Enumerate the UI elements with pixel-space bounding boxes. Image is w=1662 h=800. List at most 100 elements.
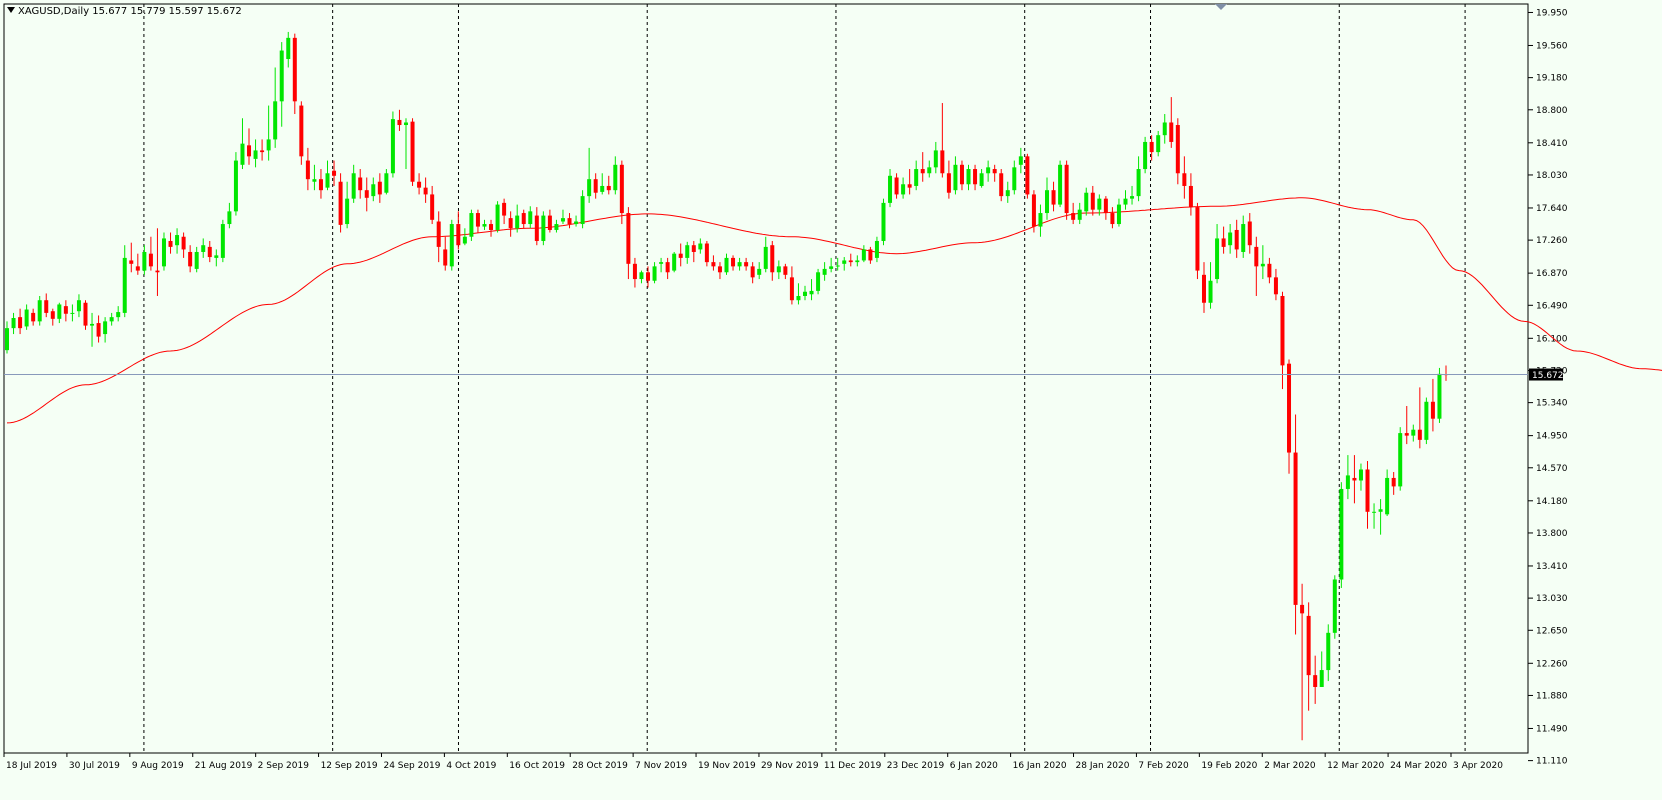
x-tick-label: 30 Jul 2019 <box>69 761 120 771</box>
bear-candle <box>619 164 624 214</box>
bear-candle <box>1313 675 1318 687</box>
bull-candle <box>914 169 919 186</box>
bear-candle <box>973 169 978 185</box>
bull-candle <box>214 255 219 258</box>
bull-candle <box>1437 373 1442 419</box>
bear-candle <box>50 311 55 319</box>
bear-candle <box>410 121 415 182</box>
x-tick-label: 12 Mar 2020 <box>1327 761 1384 771</box>
bull-candle <box>560 218 565 222</box>
bull-candle <box>325 173 330 188</box>
bear-candle <box>1201 274 1206 303</box>
bull-candle <box>861 249 866 261</box>
x-tick-label: 28 Oct 2019 <box>572 761 628 771</box>
bear-candle <box>678 253 683 258</box>
x-tick-label: 7 Nov 2019 <box>635 761 687 771</box>
bull-candle <box>175 235 180 246</box>
bear-candle <box>508 218 513 229</box>
bull-candle <box>927 167 932 174</box>
y-tick-label: 11.490 <box>1536 724 1568 734</box>
bear-candle <box>1051 190 1056 205</box>
bear-candle <box>567 218 572 225</box>
bull-candle <box>201 245 206 252</box>
x-tick-label: 16 Jan 2020 <box>1013 761 1067 771</box>
bull-candle <box>613 164 618 191</box>
bear-candle <box>1103 198 1108 214</box>
bear-candle <box>547 215 552 230</box>
bull-candle <box>1260 263 1265 267</box>
bear-candle <box>417 181 422 188</box>
bear-candle <box>168 240 173 247</box>
bull-candle <box>966 169 971 185</box>
bear-candle <box>155 270 160 273</box>
plot-frame <box>3 3 1529 754</box>
bull-candle <box>796 295 801 301</box>
bear-candle <box>456 224 461 246</box>
y-tick-label: 17.640 <box>1536 204 1568 214</box>
bull-candle <box>1326 632 1331 671</box>
bear-candle <box>848 260 853 263</box>
bull-candle <box>240 143 245 165</box>
bull-candle <box>888 175 893 203</box>
bull-candle <box>724 257 729 273</box>
bull-candle <box>1012 167 1017 191</box>
bull-candle <box>286 37 291 60</box>
x-tick-label: 9 Aug 2019 <box>132 761 184 771</box>
bull-candle <box>109 317 114 322</box>
bull-candle <box>1077 209 1082 220</box>
bear-candle <box>1221 238 1226 247</box>
bull-candle <box>1162 122 1167 136</box>
x-tick-label: 11 Dec 2019 <box>824 761 882 771</box>
bull-candle <box>659 262 664 264</box>
bear-candle <box>704 243 709 263</box>
bull-candle <box>1136 169 1141 197</box>
x-tick-label: 3 Apr 2020 <box>1453 761 1503 771</box>
bull-candle <box>1156 135 1161 153</box>
x-tick-label: 18 Jul 2019 <box>6 761 57 771</box>
moving-average-line <box>6 197 1662 424</box>
x-tick-label: 29 Nov 2019 <box>761 761 819 771</box>
bear-candle <box>1293 452 1298 605</box>
x-tick-label: 2 Sep 2019 <box>258 761 310 771</box>
bear-candle <box>358 177 363 191</box>
bear-candle <box>502 202 507 216</box>
bull-candle <box>953 164 958 191</box>
bull-candle <box>57 304 62 319</box>
y-tick-label: 14.570 <box>1536 464 1568 474</box>
bear-candle <box>770 245 775 273</box>
bull-candle <box>1084 192 1089 212</box>
bear-candle <box>1287 363 1292 453</box>
y-tick-label: 13.800 <box>1536 529 1568 539</box>
bull-candle <box>901 184 906 195</box>
bear-candle <box>940 150 945 174</box>
bull-candle <box>233 160 238 212</box>
bear-candle <box>181 236 186 250</box>
bull-candle <box>253 150 258 159</box>
bear-candle <box>31 312 36 322</box>
bull-candle <box>1058 164 1063 205</box>
bear-candle <box>665 262 670 273</box>
bull-candle <box>874 240 879 258</box>
y-tick-label: 16.870 <box>1536 269 1568 279</box>
bull-candle <box>528 211 533 225</box>
y-tick-label: 17.260 <box>1536 236 1568 246</box>
bull-candle <box>1116 204 1121 225</box>
bear-candle <box>1306 615 1311 676</box>
bull-candle <box>1143 141 1148 170</box>
bull-candle <box>1424 401 1429 440</box>
bull-candle <box>227 211 232 225</box>
bear-candle <box>1149 141 1154 153</box>
y-tick-label: 12.650 <box>1536 626 1568 636</box>
bear-candle <box>632 263 637 280</box>
shift-marker-icon <box>1215 4 1227 10</box>
bear-candle <box>1417 429 1422 440</box>
bull-candle <box>757 268 762 275</box>
price-chart[interactable]: 18 Jul 2019 30 Jul 2019 9 Aug 2019 21 Aug 2… <box>0 0 1662 800</box>
x-tick-label: 6 Jan 2020 <box>950 761 998 771</box>
bull-candle <box>1398 433 1403 487</box>
x-tick-label: 24 Mar 2020 <box>1390 761 1447 771</box>
chart-window[interactable]: XAGUSD,Daily 15.677 15.779 15.597 15.672… <box>0 0 1662 800</box>
bull-candle <box>541 215 546 241</box>
bull-candle <box>103 321 108 335</box>
bear-candle <box>1404 433 1409 436</box>
